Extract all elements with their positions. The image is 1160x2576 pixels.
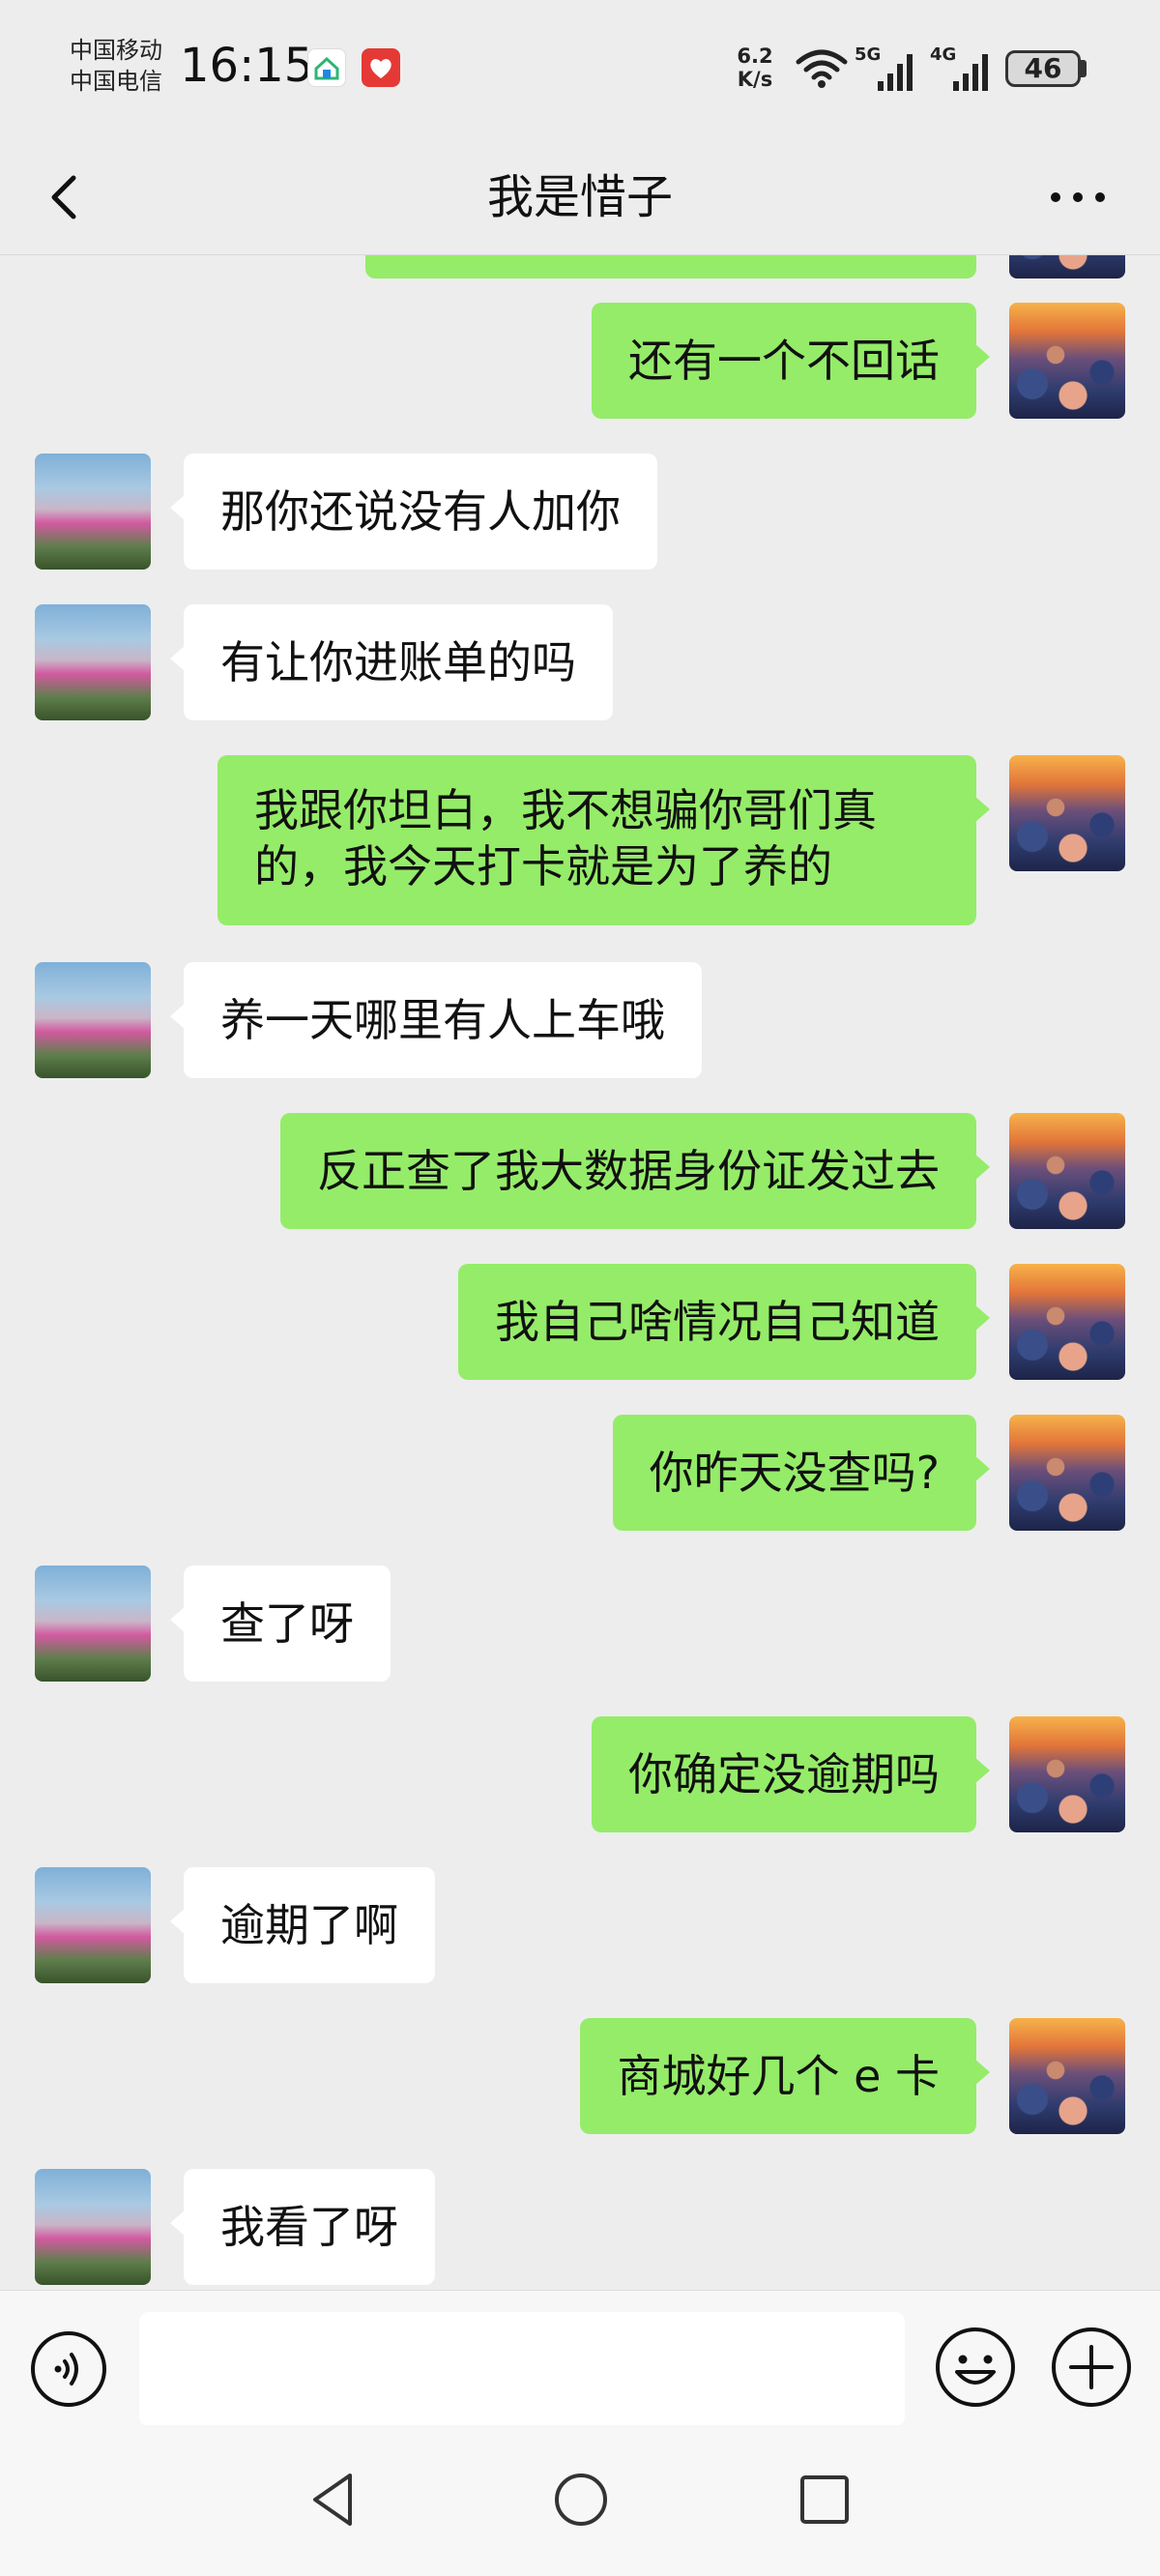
carrier-info: 中国移动 中国电信 bbox=[70, 35, 162, 97]
message-row: 我跟你坦白，我不想骗你哥们真的，我今天打卡就是为了养的 bbox=[0, 755, 1160, 925]
carrier-1: 中国移动 bbox=[70, 37, 162, 64]
chat-message-list[interactable]: 还有一个不回话 那你还说没有人加你 有让你进账单的吗 我跟你坦白，我不想骗你哥们… bbox=[0, 255, 1160, 2290]
avatar[interactable] bbox=[1009, 1264, 1125, 1380]
avatar[interactable] bbox=[35, 2169, 151, 2285]
avatar[interactable] bbox=[1009, 755, 1125, 871]
message-bubble[interactable]: 我自己啥情况自己知道 bbox=[458, 1264, 990, 1380]
plus-icon[interactable] bbox=[1050, 2326, 1133, 2409]
signal-5g-label: 5G bbox=[855, 44, 881, 65]
message-bubble[interactable]: 你昨天没查吗? bbox=[612, 1415, 991, 1531]
chat-header: 我是惜子 bbox=[0, 141, 1160, 255]
message-row: 你确定没逾期吗 bbox=[0, 1716, 1160, 1832]
avatar[interactable] bbox=[1009, 2018, 1125, 2134]
status-bar: 中国移动 中国电信 16:15 6.2 K/s 5G 4G 46 bbox=[0, 0, 1160, 141]
message-row: 养一天哪里有人上车哦 bbox=[0, 962, 1160, 1078]
emoji-icon[interactable] bbox=[934, 2326, 1017, 2409]
avatar[interactable] bbox=[35, 1867, 151, 1983]
message-row: 还有一个不回话 bbox=[0, 303, 1160, 419]
message-bubble[interactable]: 我看了呀 bbox=[170, 2169, 435, 2285]
message-bubble[interactable]: 有让你进账单的吗 bbox=[170, 604, 613, 720]
avatar[interactable] bbox=[1009, 255, 1125, 278]
message-bubble[interactable]: 商城好几个 e 卡 bbox=[580, 2018, 990, 2134]
message-bubble[interactable]: 我跟你坦白，我不想骗你哥们真的，我今天打卡就是为了养的 bbox=[218, 755, 990, 925]
message-row: 商城好几个 e 卡 bbox=[0, 2018, 1160, 2134]
avatar[interactable] bbox=[1009, 1415, 1125, 1531]
message-input[interactable] bbox=[139, 2312, 905, 2426]
nav-recent-icon[interactable] bbox=[793, 2468, 856, 2532]
message-bubble[interactable]: 逾期了啊 bbox=[170, 1867, 435, 1983]
more-dots-icon[interactable] bbox=[1044, 170, 1112, 224]
battery-icon: 46 bbox=[1005, 50, 1081, 87]
message-row: 我看了呀 bbox=[0, 2169, 1160, 2285]
home-app-icon bbox=[307, 48, 346, 87]
nav-home-icon[interactable] bbox=[549, 2468, 613, 2532]
message-row: 反正查了我大数据身份证发过去 bbox=[0, 1113, 1160, 1229]
system-nav-bar bbox=[0, 2425, 1160, 2576]
message-row: 那你还说没有人加你 bbox=[0, 454, 1160, 570]
nav-back-icon[interactable] bbox=[302, 2468, 365, 2532]
message-bubble[interactable]: 还有一个不回话 bbox=[592, 303, 990, 419]
voice-icon[interactable] bbox=[29, 2329, 108, 2409]
carrier-2: 中国电信 bbox=[70, 68, 162, 95]
chat-input-bar bbox=[0, 2290, 1160, 2426]
chat-title: 我是惜子 bbox=[486, 170, 673, 224]
message-bubble[interactable] bbox=[365, 255, 976, 278]
avatar[interactable] bbox=[1009, 1113, 1125, 1229]
network-speed-value: 6.2 bbox=[737, 44, 773, 68]
avatar[interactable] bbox=[1009, 303, 1125, 419]
message-row: 你昨天没查吗? bbox=[0, 1415, 1160, 1531]
avatar[interactable] bbox=[35, 1566, 151, 1682]
avatar[interactable] bbox=[35, 454, 151, 570]
battery-tip bbox=[1081, 60, 1087, 77]
message-bubble[interactable]: 查了呀 bbox=[170, 1566, 391, 1682]
signal-4g-icon: 4G bbox=[930, 44, 988, 91]
avatar[interactable] bbox=[35, 604, 151, 720]
message-bubble[interactable]: 你确定没逾期吗 bbox=[592, 1716, 990, 1832]
message-bubble[interactable]: 反正查了我大数据身份证发过去 bbox=[280, 1113, 990, 1229]
avatar[interactable] bbox=[35, 962, 151, 1078]
signal-4g-label: 4G bbox=[930, 44, 956, 65]
status-time: 16:15 bbox=[180, 39, 314, 93]
signal-5g-icon: 5G bbox=[855, 44, 913, 91]
message-bubble[interactable]: 养一天哪里有人上车哦 bbox=[170, 962, 702, 1078]
avatar[interactable] bbox=[1009, 1716, 1125, 1832]
message-row: 有让你进账单的吗 bbox=[0, 604, 1160, 720]
network-speed: 6.2 K/s bbox=[731, 44, 779, 91]
message-bubble[interactable]: 那你还说没有人加你 bbox=[170, 454, 657, 570]
chevron-left-icon[interactable] bbox=[35, 166, 97, 228]
network-speed-unit: K/s bbox=[737, 68, 773, 91]
wifi-icon bbox=[796, 49, 848, 88]
message-row: 查了呀 bbox=[0, 1566, 1160, 1682]
message-row bbox=[0, 255, 1160, 278]
message-row: 我自己啥情况自己知道 bbox=[0, 1264, 1160, 1380]
heart-app-icon bbox=[362, 48, 400, 87]
message-row: 逾期了啊 bbox=[0, 1867, 1160, 1983]
